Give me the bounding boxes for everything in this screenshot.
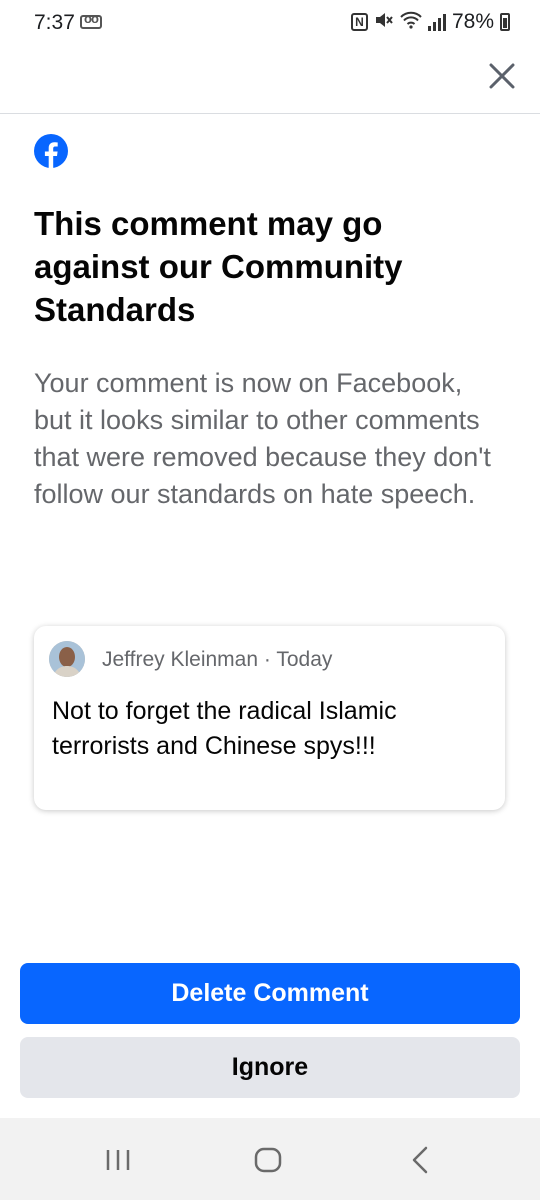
battery-icon [500,13,510,31]
dialog-header [0,48,540,114]
dialog-title: This comment may go against our Communit… [34,205,403,328]
comment-author: Jeffrey Kleinman [102,648,259,671]
close-icon [489,63,515,89]
comment-time: Today [276,648,333,671]
delete-comment-button[interactable]: Delete Comment [20,963,520,1024]
facebook-logo-icon [34,134,68,168]
system-nav-bar [0,1118,540,1200]
status-icons: N 78% [350,10,510,34]
recent-apps-icon [106,1150,130,1170]
home-icon [254,1147,282,1173]
wifi-icon [400,11,422,34]
back-icon [412,1146,428,1174]
ignore-button[interactable]: Ignore [20,1037,520,1098]
nfc-icon: N [350,13,368,31]
recent-apps-button[interactable] [98,1140,138,1180]
signal-icon [427,13,446,31]
comment-meta: Jeffrey Kleinman · Today [102,648,332,672]
voicemail-icon [80,11,102,29]
home-button[interactable] [248,1140,288,1180]
comment-preview-card: Jeffrey Kleinman · Today Not to forget t… [34,626,505,810]
avatar [49,641,85,677]
status-time: 7:37 [34,11,75,34]
close-button[interactable] [484,58,520,94]
battery-percent: 78% [451,10,494,33]
mute-icon [374,11,394,34]
back-button[interactable] [400,1140,440,1180]
comment-text: Not to forget the radical Islamic terror… [52,697,397,760]
dialog-body: Your comment is now on Facebook, but it … [34,368,491,509]
status-bar: 7:37 N 78% [0,0,540,48]
meta-separator: · [263,648,271,671]
